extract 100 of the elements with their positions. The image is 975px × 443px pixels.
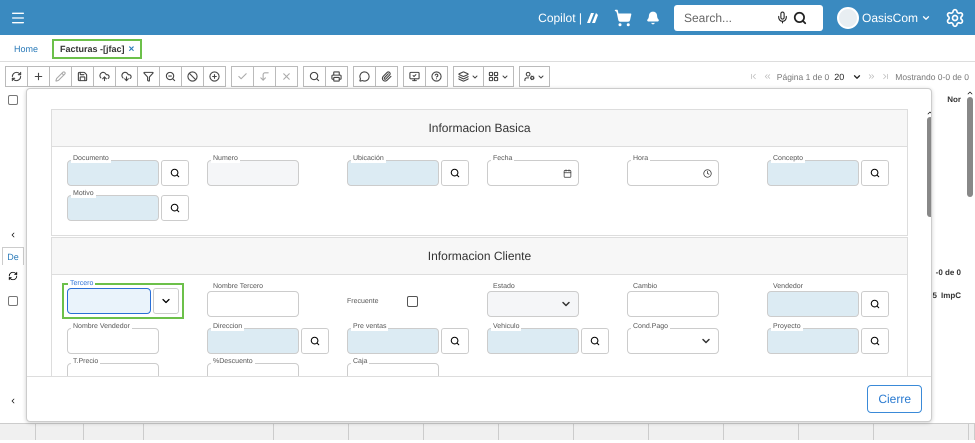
microphone-icon[interactable] — [776, 11, 789, 24]
toolbar-button[interactable] — [115, 66, 138, 87]
toolbar-button[interactable] — [453, 66, 484, 87]
toolbar-button[interactable] — [425, 66, 448, 87]
menu-icon[interactable] — [10, 10, 26, 26]
caret-icon — [537, 72, 545, 80]
time-field[interactable] — [627, 160, 719, 186]
dropdown-button[interactable] — [153, 288, 179, 314]
select-field[interactable] — [627, 328, 719, 354]
tab[interactable]: De — [2, 247, 24, 265]
caret-icon — [471, 72, 479, 80]
checkbox[interactable] — [8, 296, 18, 306]
lookup-button[interactable] — [861, 160, 889, 186]
toolbar-button[interactable] — [325, 66, 348, 87]
search-icon — [870, 298, 880, 308]
close-icon — [281, 71, 292, 82]
plus-icon — [33, 71, 44, 82]
page-indicator: Página 1 de 0 — [776, 72, 830, 82]
lookup-button[interactable] — [301, 328, 329, 354]
search-icon[interactable] — [792, 10, 807, 24]
toolbar-button[interactable] — [93, 66, 116, 87]
ban-icon — [187, 71, 198, 82]
toolbar-button[interactable] — [519, 66, 550, 87]
check-icon — [237, 71, 248, 82]
copilot-label[interactable]: Copilot | — [538, 10, 582, 24]
lookup-button[interactable] — [161, 160, 189, 186]
toolbar-button[interactable] — [403, 66, 426, 87]
lookup-button[interactable] — [441, 328, 469, 354]
chat-icon — [359, 71, 370, 82]
grid-icon — [488, 71, 499, 82]
toolbar-button[interactable] — [375, 66, 398, 87]
checkbox[interactable] — [8, 95, 18, 105]
caret-icon — [501, 72, 509, 80]
filter-icon — [143, 71, 154, 82]
plus-circle-icon — [209, 71, 220, 82]
toolbar-button[interactable] — [203, 66, 226, 87]
input-field[interactable] — [67, 288, 152, 314]
scroll-up-icon[interactable] — [966, 89, 974, 97]
lookup-button[interactable] — [581, 328, 609, 354]
save-icon — [77, 71, 88, 82]
scroll-left-icon[interactable] — [9, 231, 17, 239]
lookup-button[interactable] — [861, 328, 889, 354]
toolbar-button[interactable] — [159, 66, 182, 87]
search-icon — [870, 336, 880, 346]
search-icon — [450, 336, 460, 346]
tab-close[interactable]: × — [128, 44, 134, 54]
date-field[interactable] — [487, 160, 579, 186]
scroll-left-icon[interactable] — [9, 397, 17, 405]
record-count: Mostrando 0-0 de 0 — [895, 72, 969, 82]
pencil-icon — [55, 71, 66, 82]
user-name[interactable]: OasisCom — [862, 10, 918, 24]
toolbar-button[interactable] — [71, 66, 94, 87]
settings-icon[interactable] — [945, 8, 965, 28]
select-field[interactable] — [487, 290, 579, 316]
lookup-button[interactable] — [161, 195, 189, 221]
toolbar-button[interactable] — [5, 66, 28, 87]
paperclip-icon — [381, 71, 392, 82]
toolbar-button[interactable] — [483, 66, 514, 87]
toolbar-button[interactable] — [27, 66, 50, 87]
cloud-download-icon — [121, 71, 132, 82]
search-icon — [310, 336, 320, 346]
checkbox[interactable] — [406, 296, 418, 306]
record-count: -0 de 0 — [936, 268, 961, 277]
monitor-icon — [409, 71, 420, 82]
search-icon — [309, 71, 320, 82]
section-title: Informacion Cliente — [52, 238, 907, 275]
zoom-out-icon — [165, 71, 176, 82]
column-header: 5 — [932, 291, 937, 300]
lookup-button[interactable] — [441, 160, 469, 186]
layers-icon — [458, 71, 469, 82]
calendar-icon — [563, 168, 572, 178]
tab[interactable]: Facturas -[jfac] × — [52, 39, 142, 59]
column-header: Nor — [947, 95, 961, 104]
avatar[interactable] — [836, 6, 859, 28]
page-size-select[interactable]: 20 — [834, 72, 862, 82]
tab[interactable]: Home — [6, 39, 46, 59]
toolbar-button[interactable] — [181, 66, 204, 87]
cloud-upload-icon — [99, 71, 110, 82]
clock-icon — [703, 168, 712, 178]
toolbar-button[interactable] — [303, 66, 326, 87]
search-field[interactable]: Search... — [674, 4, 823, 30]
section-title: Informacion Basica — [52, 110, 907, 147]
printer-icon — [331, 71, 342, 82]
cart-icon[interactable] — [614, 8, 632, 26]
search-icon — [170, 203, 180, 213]
bell-icon[interactable] — [646, 10, 660, 24]
lookup-button[interactable] — [861, 290, 889, 316]
refresh-icon[interactable] — [8, 271, 18, 281]
search-icon — [170, 168, 180, 178]
help-icon — [431, 71, 442, 82]
user-settings-icon — [524, 71, 535, 82]
column-header: ImpC — [941, 291, 961, 300]
toolbar-button[interactable] — [353, 66, 376, 87]
search-icon — [450, 168, 460, 178]
search-icon — [590, 336, 600, 346]
refresh-icon — [11, 71, 22, 82]
arrow-down-icon — [259, 71, 270, 82]
search-icon — [870, 168, 880, 178]
close-button[interactable]: Cierre — [867, 385, 922, 413]
toolbar-button[interactable] — [137, 66, 160, 87]
